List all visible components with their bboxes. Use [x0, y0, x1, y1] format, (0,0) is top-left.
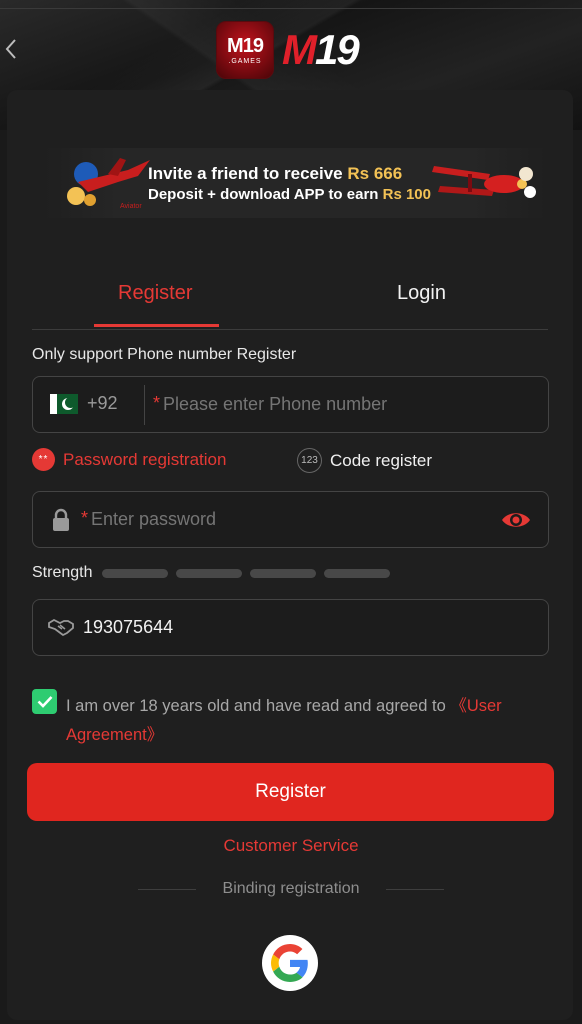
strength-bar	[250, 568, 317, 578]
phone-field: +92 *	[32, 376, 549, 433]
divider-line	[386, 889, 444, 890]
pakistan-flag-icon[interactable]	[50, 394, 78, 414]
agreement-statement: I am over 18 years old and have read and…	[66, 697, 451, 715]
strength-bar	[324, 568, 391, 578]
logo-badge: M19 .GAMES	[216, 21, 274, 79]
strength-label: Strength	[32, 564, 93, 581]
banner-text: Invite a friend to receive Rs 666 Deposi…	[148, 164, 431, 203]
back-button[interactable]	[0, 34, 22, 64]
brand-logo: M19 .GAMES M19	[216, 20, 360, 80]
binding-divider: Binding registration	[138, 878, 444, 902]
handshake-icon	[48, 618, 74, 637]
code-register-label: Code register	[330, 450, 433, 470]
required-mark: *	[81, 508, 89, 528]
google-icon	[271, 944, 308, 982]
password-strength: Strength	[32, 562, 398, 584]
agreement-checkbox[interactable]	[32, 689, 57, 714]
logo-wordmark: M19	[282, 26, 360, 74]
aviator-tag: Aviator	[120, 203, 142, 210]
promo-banner[interactable]: Aviator Invite a friend to receive Rs 66…	[44, 148, 546, 218]
invite-code-input[interactable]	[83, 600, 523, 655]
required-mark: *	[153, 393, 161, 413]
banner-line2: Deposit + download APP to earn Rs 100	[148, 186, 431, 203]
tab-register[interactable]: Register	[118, 282, 192, 305]
password-input[interactable]	[91, 492, 491, 547]
tab-login[interactable]: Login	[397, 282, 446, 305]
auth-tabs: Register Login	[32, 272, 548, 330]
register-hint: Only support Phone number Register	[32, 346, 297, 363]
logo-badge-text: M19	[227, 34, 264, 57]
active-tab-indicator	[94, 324, 219, 327]
password-field: *	[32, 491, 549, 548]
status-divider	[0, 8, 582, 9]
banner-line1: Invite a friend to receive Rs 666	[148, 164, 431, 184]
country-code[interactable]: +92	[87, 393, 118, 414]
aviator-plane-icon: Aviator	[67, 158, 150, 210]
banner-line1-text: Invite a friend to receive	[148, 164, 343, 183]
code-register-option[interactable]: 123 Code register	[297, 448, 432, 473]
customer-service-link[interactable]: Customer Service	[0, 836, 582, 856]
password-registration-label: Password registration	[63, 449, 227, 469]
register-mode-row: ** Password registration 123 Code regist…	[32, 448, 549, 476]
chevron-left-icon	[5, 39, 16, 59]
strength-bar	[102, 568, 169, 578]
banner-line2-text: Deposit + download APP to earn	[148, 186, 379, 203]
google-login-button[interactable]	[262, 935, 318, 991]
field-divider	[144, 385, 145, 425]
strength-bar	[176, 568, 243, 578]
numeric-code-icon: 123	[297, 448, 322, 473]
register-button[interactable]: Register	[27, 763, 554, 821]
checkmark-icon	[37, 696, 52, 708]
logo-badge-subtext: .GAMES	[228, 57, 262, 65]
invite-code-field	[32, 599, 549, 656]
banner-amount-2: Rs 100	[382, 186, 431, 203]
biplane-icon	[432, 166, 536, 198]
logo-wordmark-m: M	[282, 26, 317, 73]
password-registration-option[interactable]: ** Password registration	[32, 448, 226, 471]
asterisk-icon: **	[32, 448, 55, 471]
lock-icon	[53, 508, 69, 531]
flag-white-band	[50, 394, 57, 414]
banner-amount-1: Rs 666	[347, 164, 403, 183]
agreement-text: I am over 18 years old and have read and…	[66, 692, 536, 750]
phone-input[interactable]	[163, 377, 543, 432]
flag-crescent	[62, 397, 76, 410]
eye-icon[interactable]	[500, 508, 532, 532]
logo-wordmark-number: 19	[315, 26, 360, 73]
